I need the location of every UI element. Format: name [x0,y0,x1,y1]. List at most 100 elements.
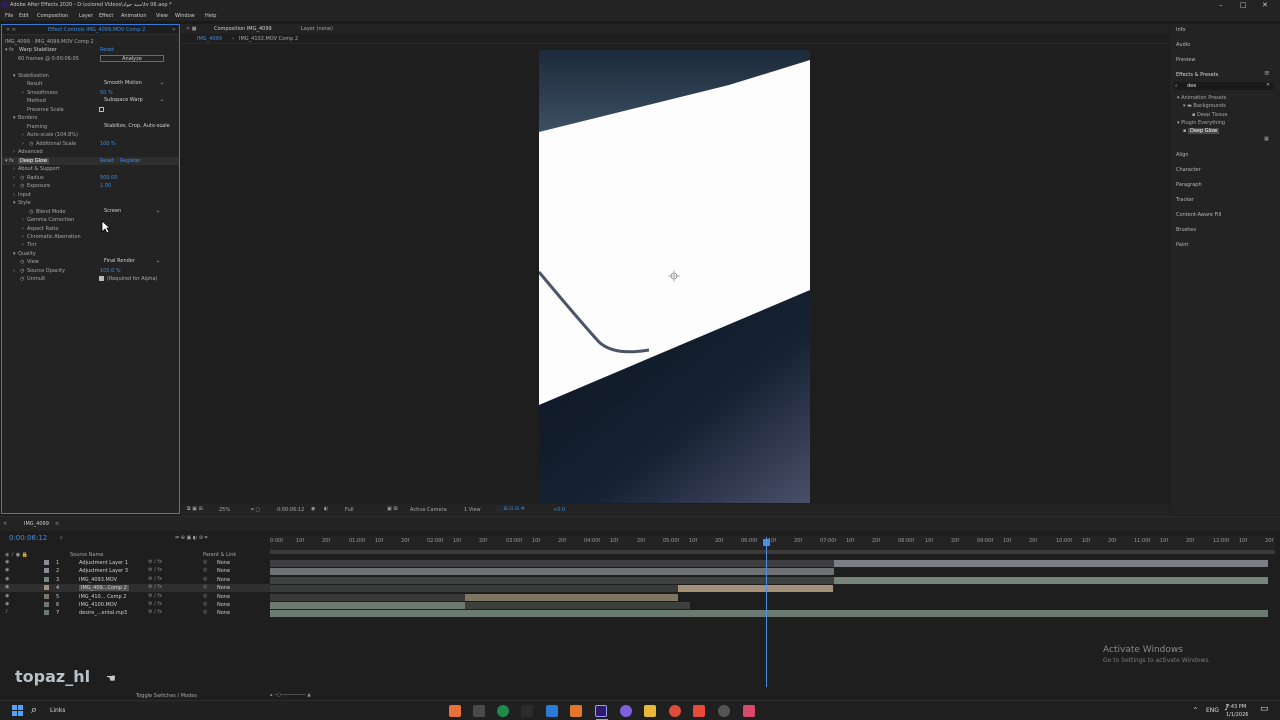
playhead[interactable] [766,537,767,687]
deep-glow-reset-link[interactable]: Reset [100,158,114,164]
tab-timeline[interactable]: IMG_4099 [24,521,49,527]
layer-row[interactable]: ♪ 7 desire_...ental.mp3 ⚙ / fx ◎ None [0,609,270,617]
layer-parent-dropdown[interactable]: None [217,568,230,574]
app-icon-12[interactable] [718,705,730,717]
layer-row[interactable]: ◉ 5 IMG_410... Comp 2 ⚙ / fx ◎ None [0,593,270,601]
tree-animation-presets[interactable]: ▾ Animation Presets [1177,95,1226,101]
tint-group[interactable]: › Tint [2,241,179,249]
deep-glow-header[interactable]: ▾ fx Deep Glow Reset Register [2,157,179,165]
audio-icon[interactable]: ♪ [5,609,8,615]
menu-layer[interactable]: Layer [79,13,93,19]
close-tab-icon[interactable]: ✕ ≡ [6,27,16,33]
source-opacity-value[interactable]: 100.0 % [100,268,121,274]
panel-preview[interactable]: Preview [1176,57,1195,63]
label-color-swatch[interactable] [44,577,49,582]
about-group[interactable]: › About & Support [2,165,179,173]
pickwhip-icon[interactable]: ◎ [203,609,207,615]
label-color-swatch[interactable] [44,568,49,573]
label-color-swatch[interactable] [44,594,49,599]
chevron-down-icon[interactable]: ▾ [13,251,16,257]
tree-deep-glow[interactable]: ▪ Deep Glow [1183,128,1220,134]
visibility-eye-icon[interactable]: ◉ [5,601,9,607]
warp-stabilizer-header[interactable]: ▾ fx Warp Stabilizer Reset [2,46,179,54]
maximize-button[interactable]: □ [1240,1,1247,9]
layer-switches-icon[interactable]: ⚙ / fx [148,576,162,582]
toggle-switches-modes[interactable]: Toggle Switches / Modes [136,693,197,699]
panel-character[interactable]: Character [1176,167,1201,173]
layer-parent-dropdown[interactable]: None [217,560,230,566]
clock-time[interactable]: 7:43 PM [1226,704,1246,710]
pickwhip-icon[interactable]: ◎ [203,593,207,599]
layer-row[interactable]: ◉ 3 IMG_4093.MOV ⚙ / fx ◎ None [0,576,270,584]
visibility-eye-icon[interactable]: ◉ [5,567,9,573]
panel-align[interactable]: Align [1176,152,1189,158]
switch-icons[interactable]: ◉ ♪ ● 🔒 [5,552,28,558]
preserve-scale-checkbox[interactable] [99,107,104,112]
app-icon-13[interactable] [743,705,755,717]
playhead-handle[interactable] [763,539,770,546]
panel-tracker[interactable]: Tracker [1176,197,1194,203]
fx-icon[interactable]: ▾ fx [5,158,14,164]
tab-layer[interactable]: Layer (none) [301,26,333,32]
layer-bar-5[interactable] [465,594,678,601]
chevron-right-icon[interactable]: › [22,217,24,223]
chevron-down-icon[interactable]: ▾ [13,200,16,206]
layer-row[interactable]: ◉ 6 IMG_4100.MOV ⚙ / fx ◎ None [0,601,270,609]
menu-animation[interactable]: Animation [121,13,147,19]
timeline-timecode[interactable]: 0:00:06:12 [9,534,47,542]
app-icon-11[interactable] [693,705,705,717]
zoom-slider-icon[interactable]: ▴ ─○──────── ▲ [270,692,311,698]
stopwatch-icon[interactable]: ◷ [29,141,33,147]
chevron-right-icon[interactable]: › [22,226,24,232]
chevron-right-icon[interactable]: › [13,149,15,155]
layer-row[interactable]: ◉ 4 IMG_409...Comp 2 ⚙ / fx ◎ None [0,584,270,592]
windows-start-icon[interactable] [12,705,23,716]
layer-parent-dropdown[interactable]: None [217,602,230,608]
layer-name[interactable]: Adjustment Layer 1 [79,560,128,566]
menu-composition[interactable]: Composition [37,13,68,19]
layer-switches-icon[interactable]: ⚙ / fx [148,593,162,599]
app-icon-3[interactable] [497,705,509,717]
panel-menu-icon[interactable]: » [172,26,176,33]
app-icon-6[interactable] [570,705,582,717]
chevron-right-icon[interactable]: › [22,234,24,240]
result-dropdown[interactable]: Smooth Motion ⌄ [102,80,166,87]
chevron-up-icon[interactable]: ^ [1193,707,1198,714]
deep-glow-register-link[interactable]: Register [120,158,141,164]
column-source-name[interactable]: Source Name [70,552,104,558]
stopwatch-icon[interactable]: ◷ [20,183,24,189]
layer-name[interactable]: desire_...ental.mp3 [79,610,127,616]
panel-effects-presets[interactable]: Effects & Presets [1176,72,1218,78]
chevron-right-icon[interactable]: › [22,90,24,96]
chrome-icon[interactable] [669,705,681,717]
layer-parent-dropdown[interactable]: None [217,585,230,591]
borders-group[interactable]: ▾ Borders [2,114,179,122]
camera-dropdown[interactable]: Active Camera [410,507,447,513]
menu-file[interactable]: File [5,13,13,19]
layer-bar-6[interactable] [270,602,465,609]
column-parent[interactable]: Parent & Link [203,552,236,558]
timeline-tools-icons[interactable]: ⇌ ⊕ ▣ ◐ ⊘ ⌗ [175,535,207,541]
work-area-bar[interactable] [270,550,1275,554]
gamma-group[interactable]: › Gamma Correction [2,216,179,224]
camera-icon[interactable]: ◉ [311,506,315,512]
visibility-eye-icon[interactable]: ◉ [5,593,9,599]
stopwatch-icon[interactable]: ◷ [20,175,24,181]
chevron-right-icon[interactable]: › [13,268,15,274]
resolution-dropdown[interactable]: Full [345,507,354,513]
exposure-value[interactable]: +0.0 [553,507,565,513]
vscode-icon[interactable] [546,705,558,717]
label-color-swatch[interactable] [44,560,49,565]
grid-icon[interactable]: ⌗ ▢ [251,507,260,513]
panel-menu-icon[interactable]: ≡ [55,521,59,527]
panel-brushes[interactable]: Brushes [1176,227,1196,233]
layer-bar-2[interactable] [270,568,834,575]
app-icon-1[interactable] [449,705,461,717]
chromatic-group[interactable]: › Chromatic Aberration [2,233,179,241]
layer-name[interactable]: IMG_410... Comp 2 [79,594,126,600]
chevron-down-icon[interactable]: ▾ [13,115,16,121]
close-tab-icon[interactable]: ✕ [3,521,7,527]
stopwatch-icon[interactable]: ◷ [20,259,24,265]
viewer-controls-icon[interactable]: ⧉ ▣ ⊞ [187,506,203,512]
blend-mode-dropdown[interactable]: Screen ⌄ [102,208,162,215]
